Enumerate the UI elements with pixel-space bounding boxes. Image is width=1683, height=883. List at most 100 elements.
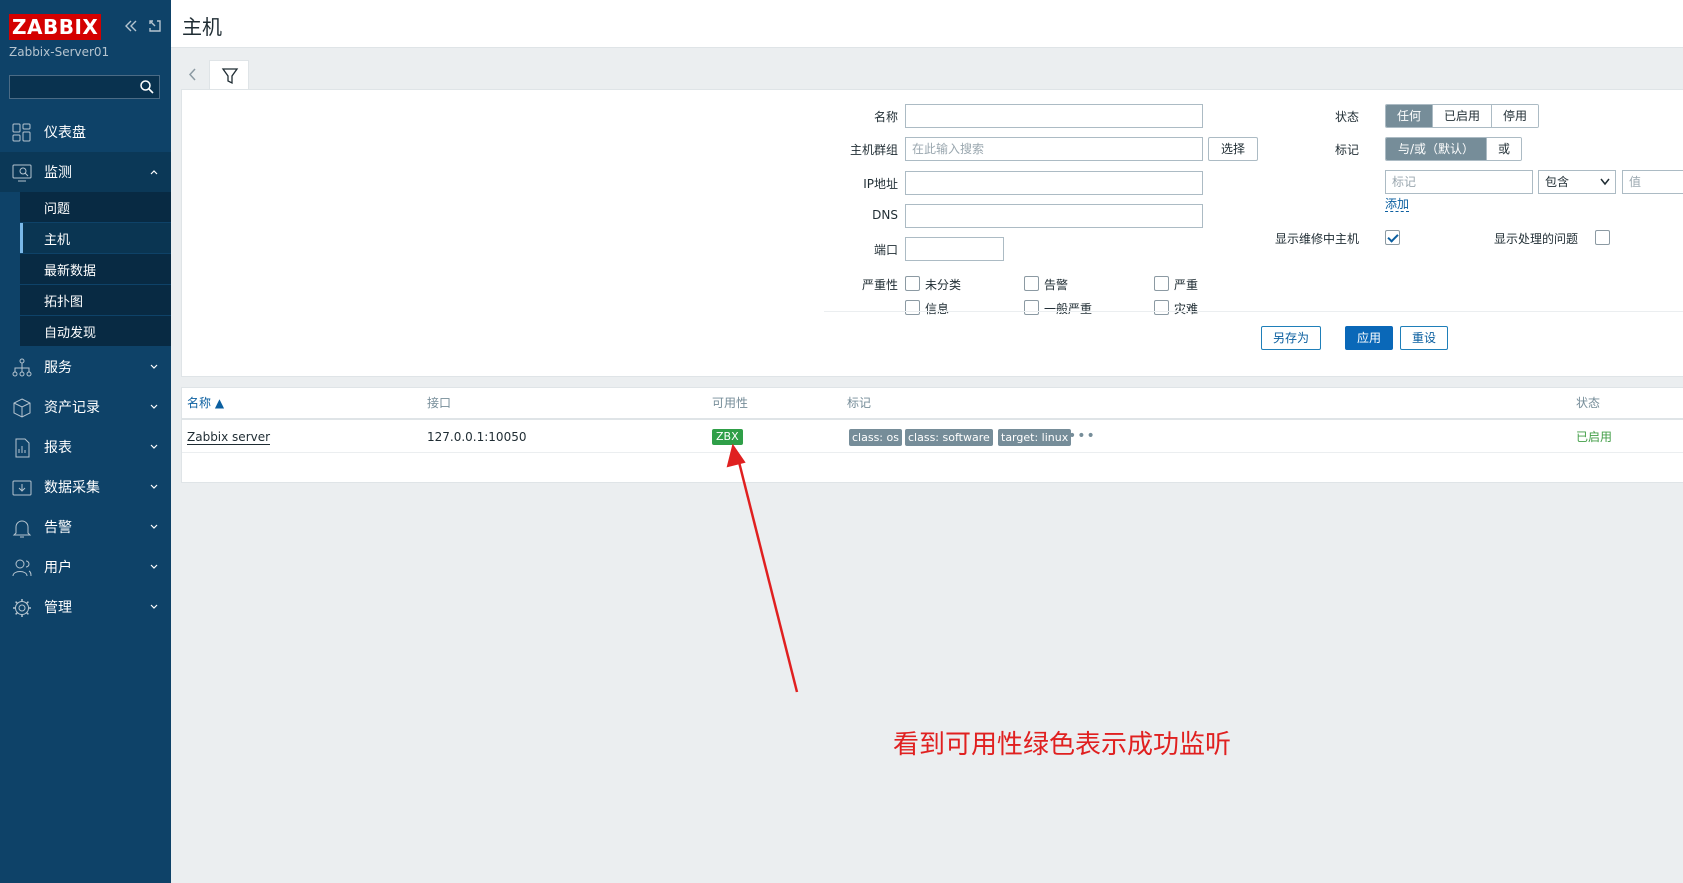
collapse-sidebar-icon[interactable] [123, 18, 139, 34]
users-icon [12, 559, 32, 577]
tag-value-input[interactable]: 值 [1622, 170, 1683, 194]
port-input[interactable] [905, 237, 1004, 261]
status-enabled-option[interactable]: 已启用 [1433, 105, 1493, 127]
submenu-item-latest-data[interactable]: 最新数据 [0, 254, 171, 285]
menu-label: 服务 [44, 360, 72, 376]
dashboard-icon [12, 123, 31, 142]
column-header-interface: 接口 [427, 396, 452, 410]
severity-not-classified-checkbox[interactable] [905, 276, 920, 291]
tag-operator-select[interactable]: 包含 [1538, 170, 1616, 194]
severity-label-item: 未分类 [925, 278, 962, 292]
show-suppressed-checkbox[interactable] [1595, 230, 1610, 245]
chevron-down-icon [150, 404, 158, 409]
menu-label: 报表 [44, 440, 72, 456]
severity-label-item: 一般严重 [1044, 302, 1093, 316]
tag-badge[interactable]: target: linux [998, 429, 1072, 446]
tag-badge[interactable]: class: os [849, 429, 902, 446]
menu-item-data-collection[interactable]: 数据采集 [0, 467, 171, 507]
hostgroup-input[interactable]: 在此输入搜索 [905, 137, 1203, 161]
severity-information-checkbox[interactable] [905, 300, 920, 315]
tag-badge[interactable]: class: software [905, 429, 993, 446]
name-input[interactable] [905, 104, 1203, 128]
reports-icon [15, 438, 30, 458]
select-button[interactable]: 选择 [1208, 137, 1258, 161]
severity-label-item: 信息 [925, 302, 950, 316]
row-divider [182, 452, 1683, 453]
zabbix-logo[interactable]: ZABBIX [9, 14, 102, 40]
menu-item-administration[interactable]: 管理 [0, 587, 171, 627]
severity-label-item: 告警 [1044, 278, 1069, 292]
show-maintenance-checkbox[interactable] [1385, 230, 1400, 245]
kiosk-mode-icon[interactable] [147, 18, 163, 34]
menu-item-monitoring[interactable]: 监测 [0, 152, 171, 192]
add-tag-link[interactable]: 添加 [1385, 197, 1410, 212]
severity-label-item: 灾难 [1174, 302, 1199, 316]
severity-average-checkbox[interactable] [1024, 300, 1039, 315]
menu-item-inventory[interactable]: 资产记录 [0, 387, 171, 427]
reset-button[interactable]: 重设 [1400, 326, 1448, 350]
server-name: Zabbix-Server01 [9, 45, 110, 59]
submenu-item-discovery[interactable]: 自动发现 [0, 316, 171, 347]
filter-divider [824, 311, 1683, 312]
main-menu: 仪表盘 监测 问题 主机 最新数据 拓扑图 自动发现 服务 资产记录 报表 数据… [0, 112, 171, 627]
menu-item-dashboard[interactable]: 仪表盘 [0, 112, 171, 152]
menu-label: 监测 [44, 165, 72, 181]
severity-disaster-checkbox[interactable] [1154, 300, 1169, 315]
filter-icon [221, 68, 239, 85]
logo-row: ZABBIX [9, 14, 165, 40]
apply-button[interactable]: 应用 [1345, 326, 1393, 350]
host-status-link[interactable]: 已启用 [1576, 422, 1612, 452]
menu-label: 用户 [44, 560, 72, 576]
bell-icon [12, 520, 32, 538]
hostgroup-label: 主机群组 [849, 143, 898, 157]
menu-item-services[interactable]: 服务 [0, 347, 171, 387]
menu-label: 管理 [44, 600, 72, 616]
status-any-option[interactable]: 任何 [1386, 105, 1434, 127]
tab-filter[interactable] [209, 60, 249, 90]
dns-input[interactable] [905, 204, 1203, 228]
monitoring-submenu: 问题 主机 最新数据 拓扑图 自动发现 [0, 192, 171, 347]
show-maintenance-label: 显示维修中主机 [1274, 232, 1359, 246]
severity-high-checkbox[interactable] [1154, 276, 1169, 291]
chevron-down-icon [1600, 178, 1610, 186]
filter-panel: 名称 主机群组 在此输入搜索 选择 IP地址 DNS 端口 严重性 未分类 告警… [181, 89, 1683, 377]
submenu-item-hosts[interactable]: 主机 [0, 223, 171, 254]
chevron-up-icon [150, 170, 158, 175]
menu-item-alerts[interactable]: 告警 [0, 507, 171, 547]
tags-or-option[interactable]: 或 [1487, 138, 1522, 160]
menu-label: 数据采集 [44, 480, 100, 496]
chevron-down-icon [150, 524, 158, 529]
chevron-left-icon[interactable] [181, 60, 205, 89]
menu-label: 资产记录 [44, 400, 100, 416]
severity-label-item: 严重 [1174, 278, 1199, 292]
save-as-button[interactable]: 另存为 [1261, 326, 1321, 350]
menu-label: 仪表盘 [44, 125, 86, 141]
submenu-item-maps[interactable]: 拓扑图 [0, 285, 171, 316]
tags-mode-segmented: 与/或（默认） 或 [1385, 137, 1523, 161]
search-icon[interactable] [139, 79, 155, 95]
table-header-divider [182, 418, 1683, 420]
chevron-down-icon [150, 484, 158, 489]
tag-name-input[interactable]: 标记 [1385, 170, 1533, 194]
status-disabled-option[interactable]: 停用 [1492, 105, 1539, 127]
availability-zbx-badge[interactable]: ZBX [712, 429, 743, 445]
column-header-status[interactable]: 状态 [1576, 388, 1600, 418]
tags-and-or-option[interactable]: 与/或（默认） [1386, 138, 1488, 160]
sidebar: ZABBIX Zabbix-Server01 仪表盘 监测 问题 主机 最新数据… [0, 0, 171, 883]
host-name-link[interactable]: Zabbix server [187, 430, 271, 445]
submenu-item-problems[interactable]: 问题 [0, 192, 171, 223]
page-title: 主机 [182, 15, 222, 39]
sidebar-search-input[interactable] [9, 75, 160, 99]
port-label: 端口 [873, 243, 898, 257]
column-header-name[interactable]: 名称 ▲ [187, 388, 224, 418]
chevron-down-icon [150, 444, 158, 449]
menu-item-users[interactable]: 用户 [0, 547, 171, 587]
severity-warning-checkbox[interactable] [1024, 276, 1039, 291]
page-header: 主机 [171, 0, 1683, 48]
ip-input[interactable] [905, 171, 1203, 195]
hosts-table: 名称 ▲ 接口 可用性 标记 状态 Zabbix server 127.0.0.… [181, 387, 1683, 483]
menu-item-reports[interactable]: 报表 [0, 427, 171, 467]
column-header-availability: 可用性 [712, 396, 749, 410]
more-tags-icon[interactable]: ••• [1068, 428, 1096, 444]
chevron-down-icon [150, 364, 158, 369]
